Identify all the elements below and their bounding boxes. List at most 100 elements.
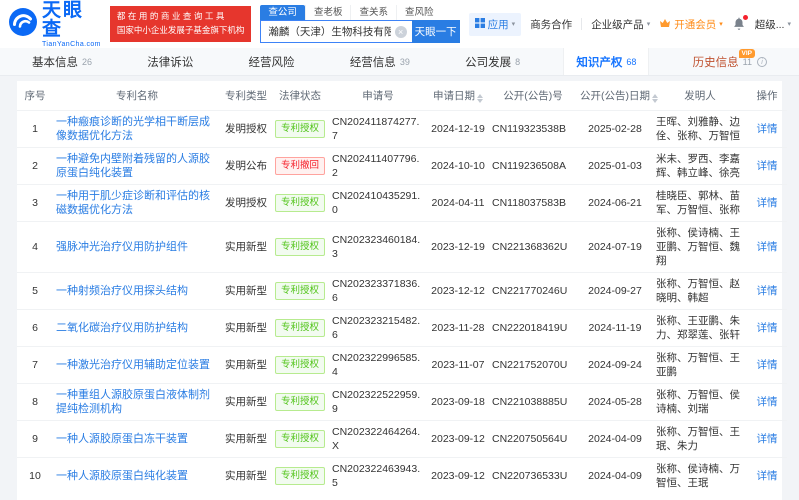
patent-name-link[interactable]: 一种射频治疗仪用探头结构 (56, 285, 188, 297)
patent-type: 实用新型 (221, 272, 271, 310)
application-date: 2023-12-19 (427, 221, 489, 273)
tab-count: 11 (742, 56, 752, 67)
detail-link[interactable]: 详情 (757, 197, 778, 209)
patent-name-link[interactable]: 强脉冲光治疗仪用防护组件 (56, 241, 188, 253)
detail-link[interactable]: 详情 (757, 123, 778, 135)
logo-swirl-icon (8, 7, 38, 42)
tab-business-info[interactable]: 经营信息 39 (338, 48, 422, 75)
sort-up-arrow (652, 94, 658, 98)
search-button[interactable]: 天眼一下 (411, 20, 460, 43)
action-cell: 详情 (747, 110, 787, 148)
patent-row: 7 一种激光治疗仪用辅助定位装置 实用新型 专利授权 CN202322996585.4 2… (17, 346, 787, 384)
detail-link[interactable]: 详情 (757, 359, 778, 371)
patent-name-link[interactable]: 一种重组人源胶原蛋白液体制剂提纯检测机构 (56, 389, 210, 415)
action-cell: 详情 (747, 221, 787, 273)
patent-seq: 3 (17, 184, 53, 222)
sort-icon[interactable] (477, 94, 483, 103)
patent-name-link[interactable]: 一种人源胶原蛋白冻干装置 (56, 433, 188, 445)
patent-name-cell: 一种重组人源胶原蛋白液体制剂提纯检测机构 (53, 383, 221, 421)
application-date: 2023-12-12 (427, 272, 489, 310)
patent-seq: 1 (17, 110, 53, 148)
application-date: 2024-12-19 (427, 110, 489, 148)
publication-number: CN220750564U (489, 420, 577, 458)
detail-link[interactable]: 详情 (757, 396, 778, 408)
patent-seq: 2 (17, 147, 53, 185)
patent-seq: 4 (17, 221, 53, 273)
patent-name-cell: 一种射频治疗仪用探头结构 (53, 272, 221, 310)
enterprise-products-menu[interactable]: 企业级产品 ▾ (591, 17, 650, 32)
publication-date: 2025-01-03 (577, 147, 653, 185)
detail-link[interactable]: 详情 (757, 322, 778, 334)
legal-status-badge: 专利授权 (274, 120, 325, 138)
tab-count: 68 (626, 56, 637, 67)
detail-link[interactable]: 详情 (757, 241, 778, 253)
column-header-application-date: 申请日期 (427, 81, 489, 111)
tab-label: 知识产权 (576, 56, 623, 69)
column-header-patent-name: 专利名称 (116, 90, 158, 102)
inventors: 张称、侯诗楠、王亚鹏、万智恒、魏翔 (653, 221, 747, 273)
patent-name-link[interactable]: 二氧化碳治疗仪用防护结构 (56, 322, 188, 334)
search-tab-boss[interactable]: 查老板 (304, 5, 351, 20)
notifications-bell-icon[interactable] (732, 15, 748, 31)
patent-name-link[interactable]: 一种人源胶原蛋白纯化装置 (56, 470, 188, 482)
tab-development[interactable]: 公司发展 8 (453, 48, 532, 75)
publication-number: CN118037583B (489, 184, 577, 222)
vip-upgrade-link[interactable]: 开通会员 ▾ (659, 17, 723, 32)
clear-search-icon[interactable]: × (394, 25, 407, 38)
tab-label: 公司发展 (465, 56, 512, 69)
patent-type: 实用新型 (221, 383, 271, 421)
sort-icon[interactable] (652, 94, 658, 103)
search-tab-risk[interactable]: 查风险 (395, 5, 442, 20)
legal-status-cell: 专利授权 (271, 221, 329, 273)
column-header-legal-status: 法律状态 (279, 90, 321, 102)
detail-link[interactable]: 详情 (757, 160, 778, 172)
legal-status-cell: 专利授权 (271, 184, 329, 222)
patent-name-link[interactable]: 一种瘢痕诊断的光学相干断层成像数据优化方法 (56, 116, 210, 142)
publication-date: 2024-05-28 (577, 383, 653, 421)
crown-icon (659, 18, 671, 31)
search-input-wrap: × (260, 20, 412, 43)
patent-row: 6 二氧化碳治疗仪用防护结构 实用新型 专利授权 CN202323215482.6 202… (17, 309, 787, 347)
tab-history[interactable]: VIP 历史信息 11 i (681, 48, 779, 75)
tab-label: 经营风险 (248, 56, 295, 69)
search-tab-relation[interactable]: 查关系 (350, 5, 396, 20)
info-icon[interactable]: i (757, 56, 767, 67)
patent-name-link[interactable]: 一种激光治疗仪用辅助定位装置 (56, 359, 210, 371)
legal-status-cell: 专利授权 (271, 309, 329, 347)
search-tab-company[interactable]: 查公司 (260, 5, 305, 20)
search-input[interactable] (268, 25, 391, 38)
detail-link[interactable]: 详情 (757, 285, 778, 297)
legal-status-badge: 专利撤回 (274, 157, 325, 175)
apps-menu[interactable]: 应用 ▾ (468, 12, 522, 36)
tianyancha-logo[interactable]: 天眼查 TianYanCha.com (8, 1, 101, 48)
tab-operating-risk[interactable]: 经营风险 (237, 48, 307, 75)
tab-basic[interactable]: 基本信息 26 (20, 48, 104, 75)
patent-name-link[interactable]: 一种用于肌少症诊断和评估的核磁数据优化方法 (56, 190, 210, 216)
patent-type: 实用新型 (221, 221, 271, 273)
detail-link[interactable]: 详情 (757, 433, 778, 445)
patent-row: 8 一种重组人源胶原蛋白液体制剂提纯检测机构 实用新型 专利授权 CN202322522… (17, 383, 787, 421)
vip-label: 开通会员 (674, 18, 717, 31)
tab-intellectual-property[interactable]: 知识产权 68 (563, 48, 650, 75)
legal-status-badge: 专利授权 (274, 467, 325, 485)
action-cell: 详情 (747, 184, 787, 222)
application-number: CN202323371836.6 (329, 272, 427, 310)
legal-status-badge: 专利授权 (274, 238, 325, 256)
patent-type: 实用新型 (221, 420, 271, 458)
action-cell: 详情 (747, 383, 787, 421)
inventors: 张称、王亚鹏、朱力、郑翠莲、张轩 (653, 309, 747, 347)
patent-row: 4 强脉冲光治疗仪用防护组件 实用新型 专利授权 CN202323460184.3 202… (17, 221, 787, 273)
publication-date: 2024-11-19 (577, 309, 653, 347)
action-cell: 详情 (747, 457, 787, 494)
account-menu[interactable]: 超级... ▾ (755, 17, 791, 32)
top-header: 天眼查 TianYanCha.com 都在用的商业查询工具 国家中小企业发展子基… (0, 0, 799, 48)
patent-name-cell: 一种人源胶原蛋白冻干装置 (53, 420, 221, 458)
publication-date: 2025-02-28 (577, 110, 653, 148)
application-number: CN202322522959.9 (329, 383, 427, 421)
business-cooperation-link[interactable]: 商务合作 (530, 17, 572, 32)
tab-lawsuit[interactable]: 法律诉讼 (135, 48, 205, 75)
detail-link[interactable]: 详情 (757, 470, 778, 482)
patent-name-link[interactable]: 一种避免内壁附着残留的人源胶原蛋白纯化装置 (56, 153, 210, 179)
publication-number: CN221368362U (489, 221, 577, 273)
pagination: 123› (17, 494, 782, 500)
